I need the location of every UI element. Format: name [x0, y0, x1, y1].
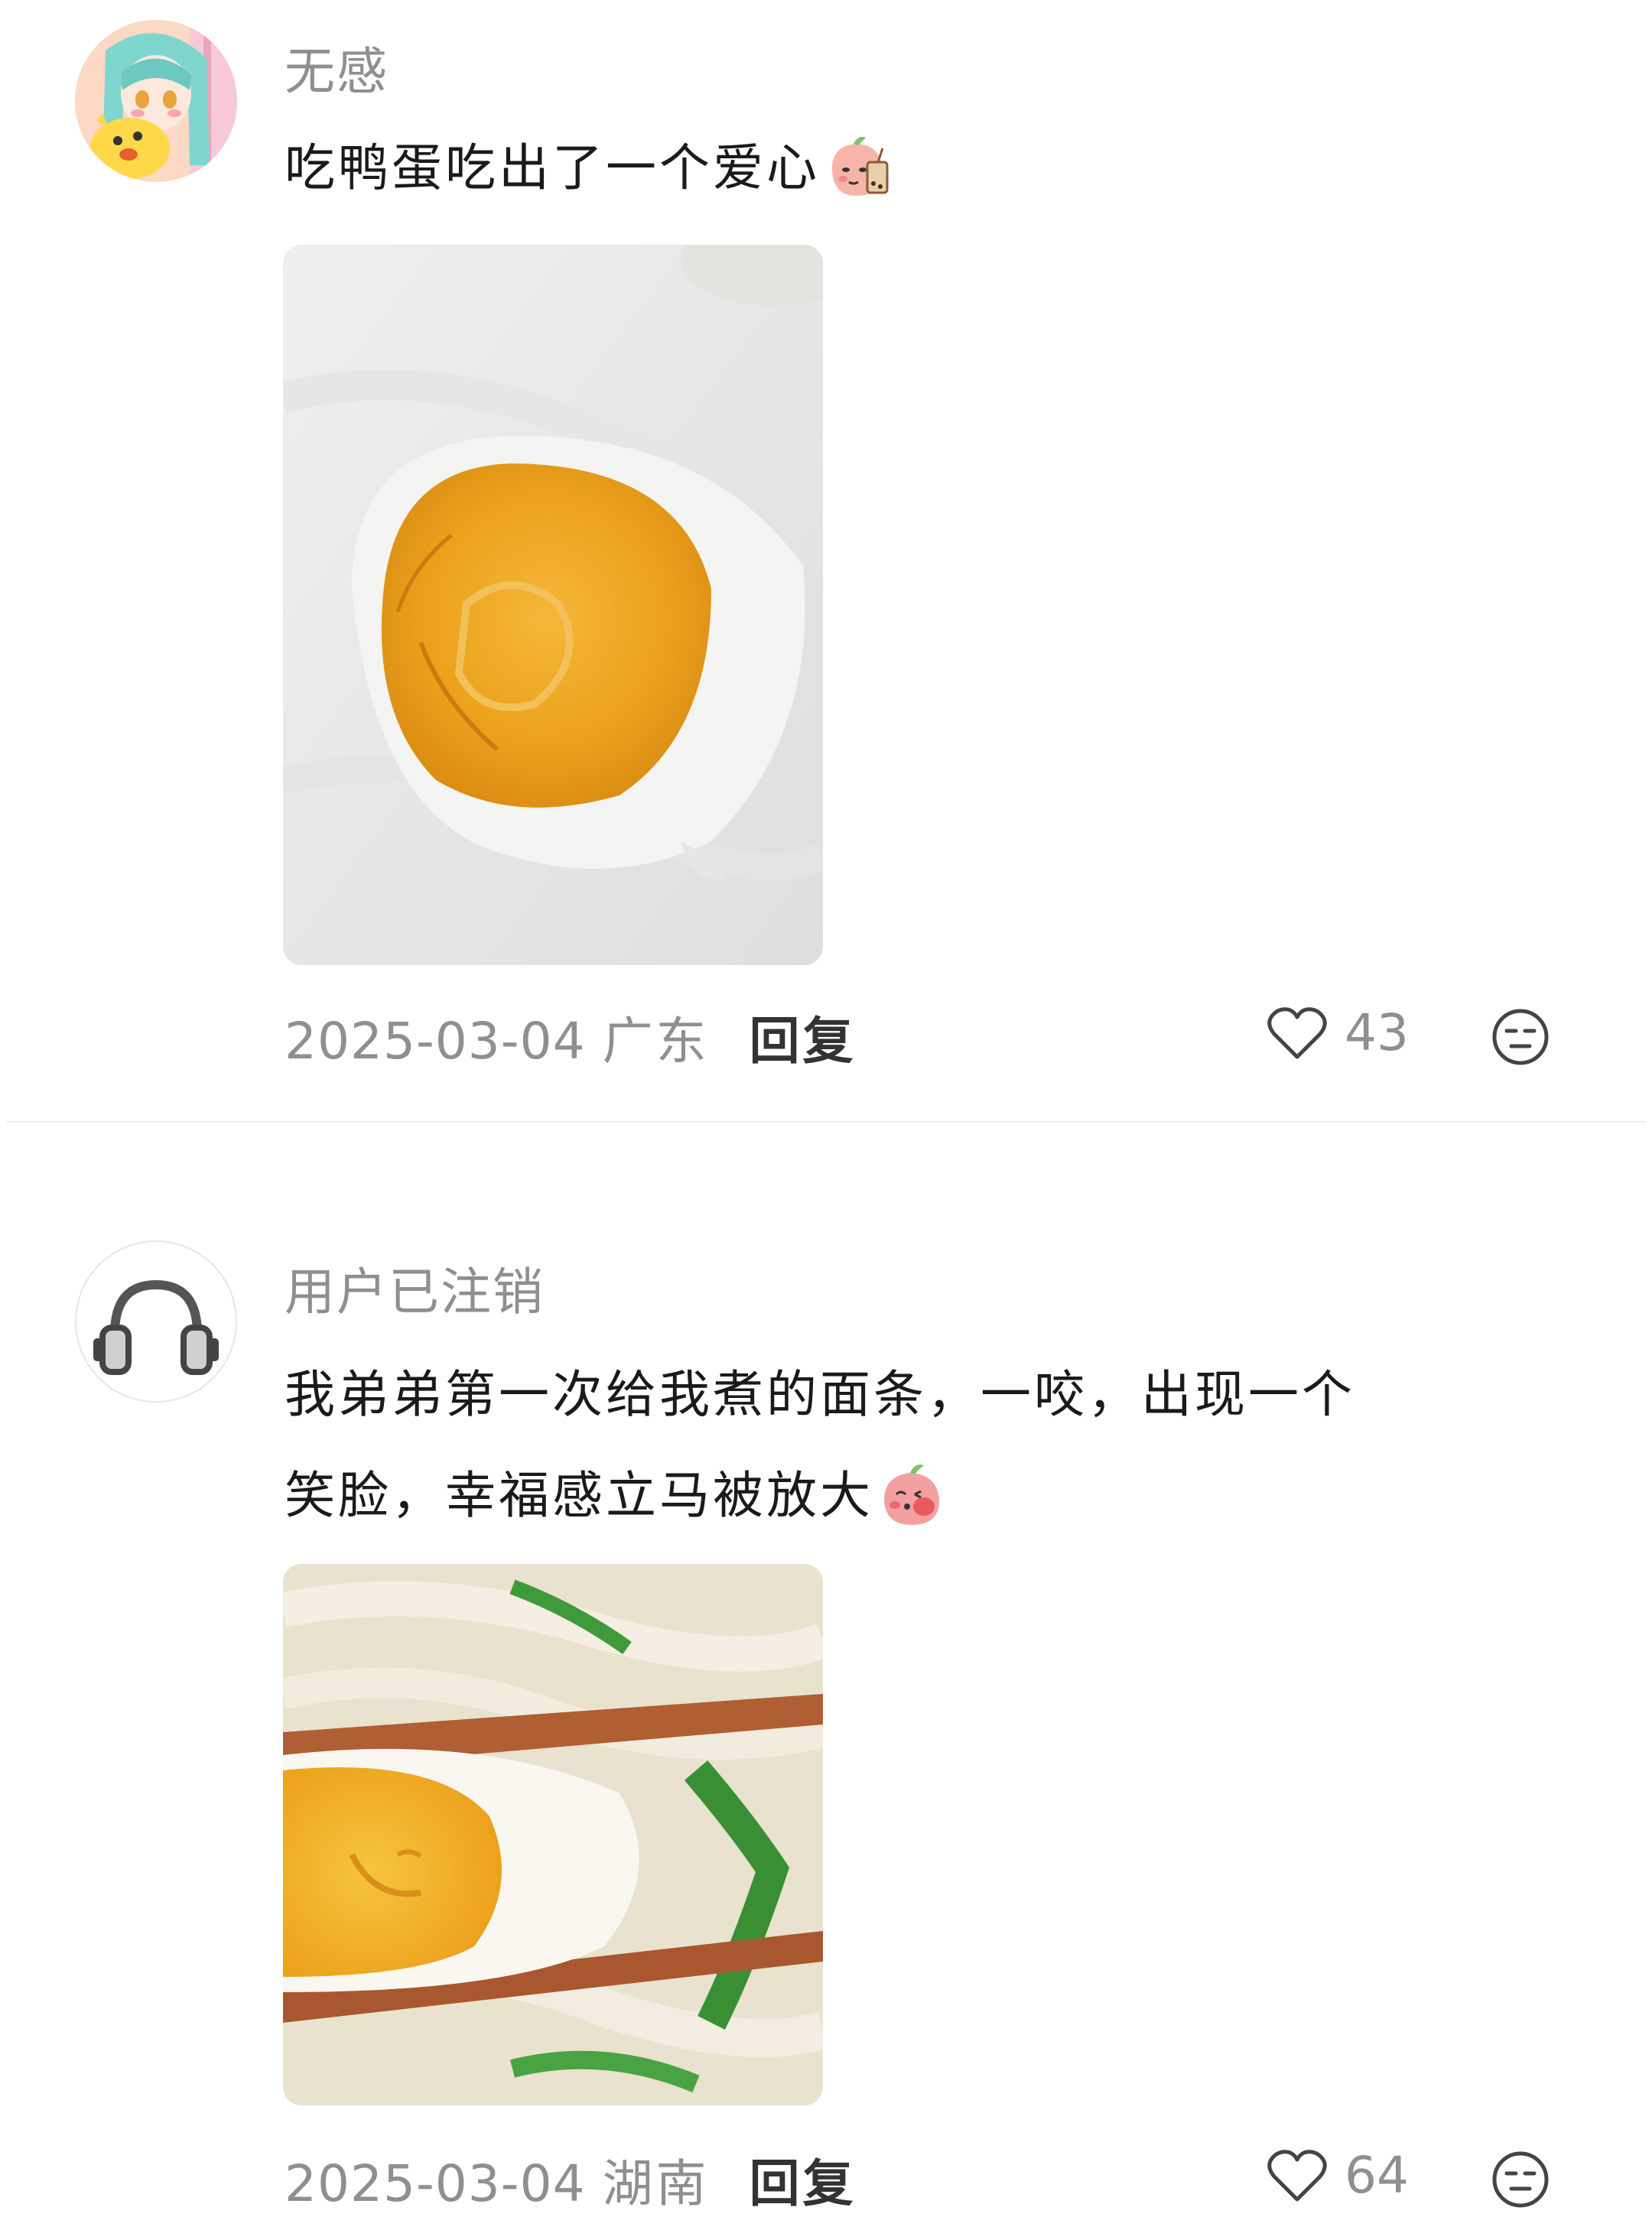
comment-date: 2025-03-04: [285, 2154, 586, 2213]
neutral-face-icon: [1492, 2151, 1549, 2208]
username[interactable]: 用户已注销: [285, 1251, 545, 1325]
headphones-avatar-icon: [93, 1279, 219, 1375]
comment-photo[interactable]: [283, 245, 823, 965]
reply-button[interactable]: 回复: [750, 1012, 857, 1071]
egg-on-chopsticks-photo: [283, 1564, 823, 2105]
comment-date: 2025-03-04: [285, 1012, 586, 1071]
comment-text-body: 笑脸，幸福感立马被放大: [285, 1466, 873, 1525]
salted-duck-egg-photo: [283, 245, 823, 965]
like-count: 43: [1345, 1003, 1409, 1062]
comment-item: 用户已注销 我弟弟第一次给我煮的面条，一咬，出现一个 笑脸，幸福感立马被放大 2…: [0, 1123, 1652, 2230]
comment-text-line: 我弟弟第一次给我煮的面条，一咬，出现一个: [285, 1365, 1355, 1424]
reply-button[interactable]: 回复: [750, 2154, 857, 2213]
comment-item: 无感 吃鸭蛋吃出了一个爱心 2025-03-04 广东 回复 43: [0, 0, 1652, 1121]
neutral-face-icon: [1492, 1009, 1549, 1065]
dislike-button[interactable]: [1490, 2149, 1551, 2210]
peach-bubble-tea-emoji-icon: [823, 132, 893, 202]
peach-blushing-emoji-icon: [876, 1459, 947, 1529]
comment-meta: 2025-03-04 湖南 回复: [285, 2143, 857, 2216]
comment-region: 湖南: [602, 2154, 710, 2213]
heart-outline-icon: [1267, 2149, 1327, 2201]
comment-region: 广东: [602, 1012, 710, 1071]
comment-text-body: 吃鸭蛋吃出了一个爱心: [285, 138, 820, 197]
avatar[interactable]: [75, 20, 237, 182]
anime-girl-avatar-icon: [75, 20, 237, 182]
avatar[interactable]: [75, 1240, 237, 1403]
comment-photo[interactable]: [283, 1564, 823, 2105]
like-button[interactable]: 64: [1267, 2146, 1409, 2205]
heart-outline-icon: [1267, 1006, 1327, 1058]
username[interactable]: 无感: [285, 31, 389, 104]
comment-meta: 2025-03-04 广东 回复: [285, 1000, 857, 1074]
dislike-button[interactable]: [1490, 1006, 1551, 1068]
comment-text-line: 笑脸，幸福感立马被放大: [285, 1445, 1554, 1546]
comment-text: 我弟弟第一次给我煮的面条，一咬，出现一个 笑脸，幸福感立马被放大: [285, 1344, 1554, 1546]
like-count: 64: [1345, 2146, 1409, 2205]
like-button[interactable]: 43: [1267, 1003, 1409, 1062]
comment-text: 吃鸭蛋吃出了一个爱心: [285, 118, 1554, 219]
